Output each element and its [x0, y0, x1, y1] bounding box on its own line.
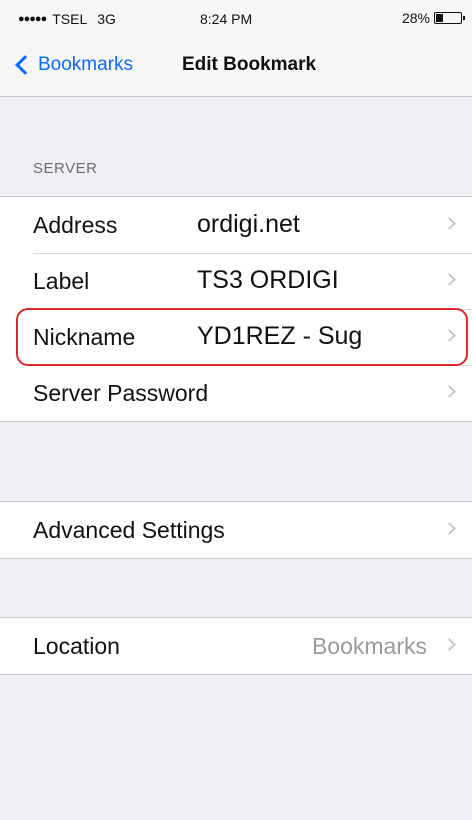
battery-percent: 28%	[401, 10, 430, 26]
carrier-info: ●●●●● TSEL 3G	[18, 11, 116, 27]
status-bar: ●●●●● TSEL 3G 8:24 PM 28%	[0, 0, 472, 38]
advanced-group: Advanced Settings	[0, 501, 472, 559]
battery-icon	[434, 12, 465, 24]
signal-strength-icon: ●●●●●	[18, 13, 47, 25]
label-value: TS3 ORDIGI	[197, 266, 339, 294]
chevron-right-icon	[443, 522, 456, 535]
back-button[interactable]: Bookmarks	[14, 54, 133, 76]
chevron-right-icon	[443, 385, 456, 398]
chevron-left-icon	[15, 55, 35, 75]
server-password-label: Server Password	[33, 380, 209, 406]
location-group: Location Bookmarks	[0, 617, 472, 675]
battery-info: 28%	[401, 10, 465, 26]
address-label: Address	[33, 212, 118, 238]
chevron-right-icon	[443, 638, 456, 651]
carrier-name: TSEL	[52, 11, 88, 27]
chevron-right-icon	[443, 273, 456, 286]
chevron-right-icon	[443, 217, 456, 230]
network-type: 3G	[97, 11, 116, 27]
navigation-bar: Bookmarks Edit Bookmark	[0, 38, 472, 97]
server-group: Address ordigi.net Label TS3 ORDIGI Nick…	[0, 196, 472, 422]
label-label: Label	[33, 268, 90, 294]
nickname-row[interactable]: Nickname YD1REZ - Sug	[0, 309, 472, 365]
location-value: Bookmarks	[311, 633, 427, 659]
advanced-settings-label: Advanced Settings	[33, 517, 225, 543]
back-label: Bookmarks	[38, 54, 134, 75]
nickname-value: YD1REZ - Sug	[197, 322, 363, 350]
label-row[interactable]: Label TS3 ORDIGI	[0, 253, 472, 309]
section-header-server: SERVER	[33, 160, 98, 177]
address-row[interactable]: Address ordigi.net	[0, 197, 472, 253]
location-label: Location	[33, 633, 120, 659]
address-value: ordigi.net	[197, 210, 300, 238]
page-title: Edit Bookmark	[182, 54, 317, 75]
status-time: 8:24 PM	[200, 11, 253, 27]
nickname-label: Nickname	[33, 324, 136, 350]
chevron-right-icon	[443, 329, 456, 342]
location-row[interactable]: Location Bookmarks	[0, 618, 472, 674]
server-password-row[interactable]: Server Password	[0, 365, 472, 421]
advanced-settings-row[interactable]: Advanced Settings	[0, 502, 472, 558]
